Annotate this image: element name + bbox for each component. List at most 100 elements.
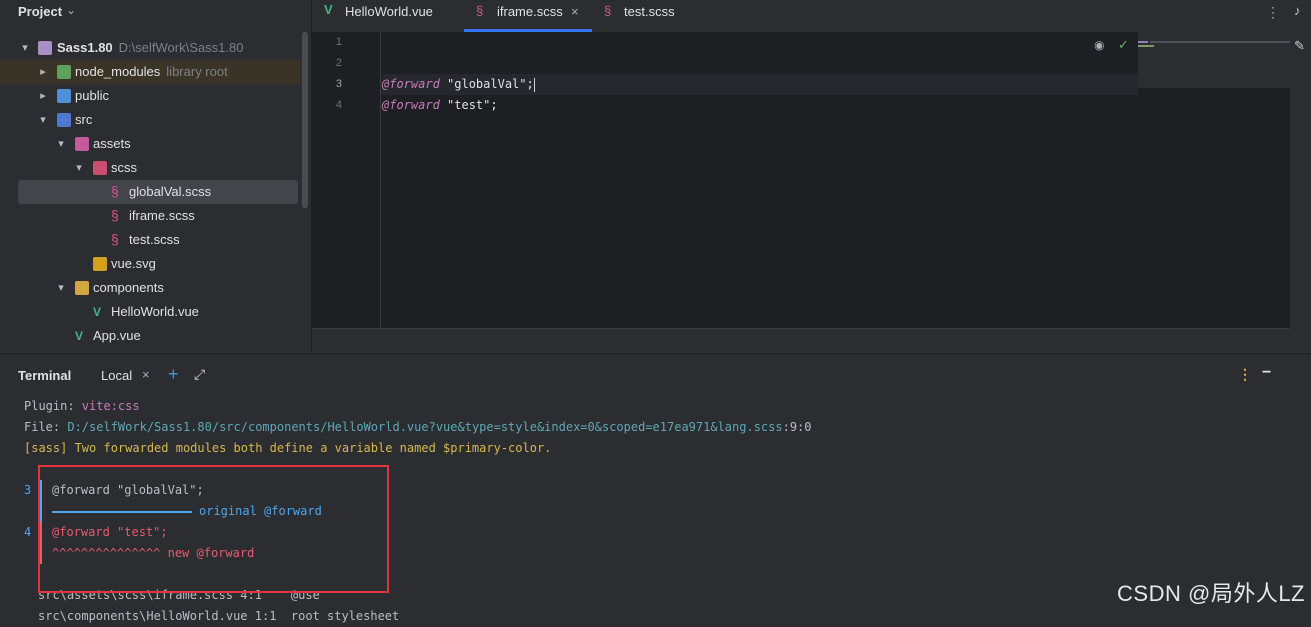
check-icon[interactable]: ✓ bbox=[1118, 37, 1129, 53]
editor-tabbar: V HelloWorld.vue § iframe.scss × § test.… bbox=[312, 0, 1311, 33]
project-scrollbar[interactable] bbox=[302, 32, 308, 208]
tree-item-components[interactable]: ▾ components bbox=[0, 276, 300, 300]
project-header[interactable]: Project ⌄ bbox=[0, 0, 311, 24]
tree-item-node-modules[interactable]: ▸ node_modules library root bbox=[0, 60, 300, 84]
add-icon[interactable]: + bbox=[168, 364, 179, 385]
string: "globalVal" bbox=[447, 77, 527, 91]
chevron-down-icon[interactable]: ▾ bbox=[73, 156, 85, 180]
project-folder-icon bbox=[38, 41, 52, 55]
text-caret bbox=[533, 77, 535, 92]
line-number: 1 bbox=[335, 36, 342, 48]
error-message: [sass] Two forwarded modules both define… bbox=[24, 441, 552, 455]
notifications-icon[interactable]: ♪ bbox=[1294, 3, 1301, 18]
sass-file-icon: § bbox=[111, 231, 119, 247]
trace-what: root stylesheet bbox=[290, 609, 400, 623]
tree-item-label: App.vue bbox=[93, 328, 141, 343]
tree-item-iframe-scss[interactable]: § iframe.scss bbox=[0, 204, 300, 228]
chevron-right-icon[interactable]: ▸ bbox=[37, 60, 49, 84]
more-vertical-icon[interactable]: ⋮ bbox=[1266, 4, 1280, 21]
chevron-down-icon[interactable]: ▾ bbox=[55, 132, 67, 156]
expand-icon[interactable]: ⤢ bbox=[194, 366, 205, 383]
web-folder-icon bbox=[57, 89, 71, 103]
library-folder-icon bbox=[57, 65, 71, 79]
minimap-mark bbox=[1150, 41, 1290, 43]
trace-file[interactable]: src\components\HelloWorld.vue 1:1 bbox=[38, 609, 276, 623]
minimap[interactable] bbox=[1138, 32, 1290, 88]
tree-item-globalval-scss[interactable]: § globalVal.scss bbox=[18, 180, 298, 204]
resource-folder-icon bbox=[75, 137, 89, 151]
tree-item-helloworld-vue[interactable]: V HelloWorld.vue bbox=[0, 300, 300, 324]
keyword: @forward bbox=[382, 77, 440, 91]
sass-file-icon: § bbox=[604, 3, 612, 18]
file-position: :9:0 bbox=[782, 420, 812, 434]
tab-iframe-scss[interactable]: § iframe.scss × bbox=[464, 0, 592, 32]
tree-item-vue-svg[interactable]: vue.svg bbox=[0, 252, 300, 276]
terminal-panel: Terminal Local × + ⤢ ⋮ − Plugin: vite:cs… bbox=[0, 353, 1311, 623]
sass-file-icon: § bbox=[111, 183, 119, 199]
tree-item-src[interactable]: ▾ src bbox=[0, 108, 300, 132]
project-title[interactable]: Project bbox=[18, 4, 62, 19]
tree-item-scss[interactable]: ▾ scss bbox=[0, 156, 300, 180]
tree-item-sass1-80[interactable]: ▾ Sass1.80 D:\selfWork\Sass1.80 bbox=[0, 36, 300, 60]
tab-close-icon[interactable]: × bbox=[571, 0, 579, 24]
editor-bottom-bar bbox=[312, 328, 1290, 353]
tree-item-label: vue.svg bbox=[111, 256, 156, 271]
tab-label: HelloWorld.vue bbox=[345, 4, 433, 19]
tree-item-label: globalVal.scss bbox=[129, 184, 212, 199]
line-number: 2 bbox=[335, 57, 342, 69]
terminal-header: Terminal Local × + ⤢ ⋮ − bbox=[0, 354, 1311, 394]
tree-item-label: node_modules bbox=[75, 64, 161, 79]
line-number: 4 bbox=[335, 99, 342, 111]
tab-helloworld-vue[interactable]: V HelloWorld.vue bbox=[324, 0, 464, 31]
image-file-icon bbox=[93, 257, 107, 271]
semicolon: ; bbox=[490, 98, 498, 112]
file-path-link[interactable]: D:/selfWork/Sass1.80/src/components/Hell… bbox=[67, 420, 782, 434]
terminal-tab-local[interactable]: Local bbox=[101, 368, 132, 383]
sass-file-icon: § bbox=[476, 3, 484, 18]
snippet-line-number: 4 bbox=[24, 525, 32, 539]
string: "test" bbox=[447, 98, 491, 112]
tree-item-test-scss[interactable]: § test.scss bbox=[0, 228, 300, 252]
tree-item-label: HelloWorld.vue bbox=[111, 304, 199, 319]
chevron-down-icon[interactable]: ▾ bbox=[55, 276, 67, 300]
stack-trace-line: src\components\HelloWorld.vue 1:1 root s… bbox=[38, 606, 399, 627]
tree-item-label: src bbox=[75, 112, 93, 127]
tab-label: test.scss bbox=[624, 4, 675, 19]
plugin-value: vite:css bbox=[81, 399, 140, 413]
minimize-icon[interactable]: − bbox=[1262, 364, 1271, 382]
right-toolbar: ♪ ✎ bbox=[1290, 0, 1311, 352]
eye-slash-icon[interactable]: ◉ bbox=[1094, 38, 1104, 52]
tab-label: iframe.scss bbox=[497, 4, 563, 19]
tree-item-app-vue[interactable]: V App.vue bbox=[0, 324, 300, 348]
source-folder-icon bbox=[57, 113, 71, 127]
ai-assistant-icon[interactable]: ✎ bbox=[1294, 38, 1305, 54]
line-number: 3 bbox=[335, 78, 342, 90]
code-line: @forward "globalVal"; bbox=[382, 74, 1138, 95]
chevron-down-icon[interactable]: ▾ bbox=[37, 108, 49, 132]
tree-item-label: components bbox=[93, 280, 164, 295]
project-panel: Project ⌄ ▾ Sass1.80 D:\selfWork\Sass1.80… bbox=[0, 0, 312, 352]
terminal-line: File: D:/selfWork/Sass1.80/src/component… bbox=[24, 417, 812, 438]
tree-item-sub: library root bbox=[166, 64, 228, 79]
chevron-right-icon[interactable]: ▸ bbox=[37, 84, 49, 108]
tree-item-label: Sass1.80 bbox=[57, 40, 113, 55]
chevron-down-icon[interactable]: ⌄ bbox=[66, 3, 76, 17]
tree-item-path: D:\selfWork\Sass1.80 bbox=[118, 40, 244, 55]
more-vertical-icon[interactable]: ⋮ bbox=[1238, 366, 1252, 383]
tree-item-label: iframe.scss bbox=[129, 208, 195, 223]
chevron-down-icon[interactable]: ▾ bbox=[19, 36, 31, 60]
tree-item-assets[interactable]: ▾ assets bbox=[0, 132, 300, 156]
close-icon[interactable]: × bbox=[142, 367, 150, 382]
terminal-line: Plugin: vite:css bbox=[24, 396, 140, 417]
tree-item-public[interactable]: ▸ public bbox=[0, 84, 300, 108]
minimap-mark bbox=[1138, 45, 1154, 47]
tree-item-label: public bbox=[75, 88, 109, 103]
vue-file-icon: V bbox=[93, 305, 102, 319]
watermark: CSDN @局外人LZ bbox=[1117, 581, 1305, 606]
folder-icon bbox=[75, 281, 89, 295]
error-highlight-box bbox=[38, 465, 389, 593]
code-area[interactable]: @forward "globalVal"; @forward "test"; bbox=[382, 32, 1138, 328]
snippet-line-number: 3 bbox=[24, 483, 32, 497]
vue-file-icon: V bbox=[75, 329, 84, 343]
tab-test-scss[interactable]: § test.scss bbox=[604, 0, 704, 31]
